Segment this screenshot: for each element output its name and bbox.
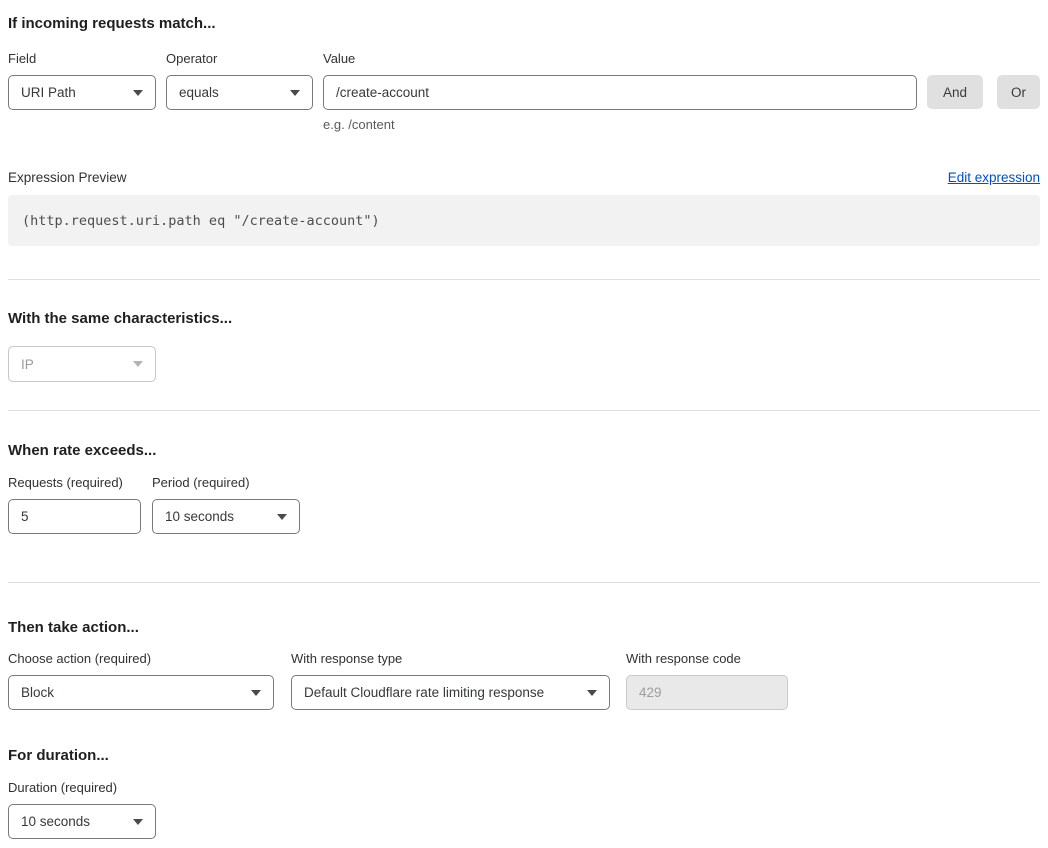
expression-preview-header: Expression Preview Edit expression	[8, 170, 1040, 185]
section-title-characteristics: With the same characteristics...	[8, 310, 1040, 327]
field-group-choose-action: Choose action (required) Block	[8, 651, 274, 710]
requests-label: Requests (required)	[8, 475, 141, 490]
operator-label: Operator	[166, 51, 313, 66]
edit-expression-link[interactable]: Edit expression	[948, 170, 1040, 185]
or-button[interactable]: Or	[997, 75, 1040, 109]
rate-limiting-rule-form: If incoming requests match... Field URI …	[0, 0, 1048, 848]
value-label: Value	[323, 51, 917, 66]
chevron-down-icon	[133, 361, 143, 367]
section-divider	[8, 410, 1040, 411]
section-divider	[8, 279, 1040, 280]
field-group-response-code: With response code	[626, 651, 788, 710]
response-type-label: With response type	[291, 651, 610, 666]
response-type-select[interactable]: Default Cloudflare rate limiting respons…	[291, 675, 610, 710]
duration-controls-row: Duration (required) 10 seconds	[8, 780, 1040, 839]
and-button[interactable]: And	[927, 75, 983, 109]
chevron-down-icon	[277, 514, 287, 520]
choose-action-select-value: Block	[21, 685, 54, 700]
chevron-down-icon	[251, 690, 261, 696]
field-group-response-type: With response type Default Cloudflare ra…	[291, 651, 610, 710]
field-group-value: Value e.g. /content	[323, 51, 917, 132]
duration-label: Duration (required)	[8, 780, 156, 795]
value-hint: e.g. /content	[323, 117, 917, 132]
section-title-rate: When rate exceeds...	[8, 442, 1040, 459]
field-group-period: Period (required) 10 seconds	[152, 475, 300, 534]
field-group-duration: Duration (required) 10 seconds	[8, 780, 156, 839]
choose-action-label: Choose action (required)	[8, 651, 274, 666]
match-controls-row: Field URI Path Operator equals Value e.g…	[8, 51, 1040, 132]
field-select-value: URI Path	[21, 85, 76, 100]
chevron-down-icon	[290, 90, 300, 96]
operator-select[interactable]: equals	[166, 75, 313, 110]
chevron-down-icon	[133, 90, 143, 96]
section-title-incoming-requests: If incoming requests match...	[8, 15, 1040, 32]
field-select[interactable]: URI Path	[8, 75, 156, 110]
duration-select-value: 10 seconds	[21, 814, 90, 829]
chevron-down-icon	[133, 819, 143, 825]
expression-preview-box: (http.request.uri.path eq "/create-accou…	[8, 195, 1040, 246]
section-title-action: Then take action...	[8, 619, 1040, 636]
operator-select-value: equals	[179, 85, 219, 100]
section-title-duration: For duration...	[8, 747, 1040, 764]
rate-controls-row: Requests (required) Period (required) 10…	[8, 475, 1040, 534]
field-group-field: Field URI Path	[8, 51, 156, 110]
characteristic-select[interactable]: IP	[8, 346, 156, 382]
expression-code: (http.request.uri.path eq "/create-accou…	[22, 213, 380, 229]
chevron-down-icon	[587, 690, 597, 696]
field-group-operator: Operator equals	[166, 51, 313, 110]
response-code-input	[626, 675, 788, 710]
period-select-value: 10 seconds	[165, 509, 234, 524]
field-label: Field	[8, 51, 156, 66]
duration-select[interactable]: 10 seconds	[8, 804, 156, 839]
response-code-label: With response code	[626, 651, 788, 666]
expression-preview-label: Expression Preview	[8, 170, 127, 185]
response-type-select-value: Default Cloudflare rate limiting respons…	[304, 685, 544, 700]
period-select[interactable]: 10 seconds	[152, 499, 300, 534]
characteristic-select-value: IP	[21, 357, 34, 372]
action-controls-row: Choose action (required) Block With resp…	[8, 651, 1040, 710]
requests-input[interactable]	[8, 499, 141, 534]
choose-action-select[interactable]: Block	[8, 675, 274, 710]
period-label: Period (required)	[152, 475, 300, 490]
field-group-requests: Requests (required)	[8, 475, 141, 534]
section-divider	[8, 582, 1040, 583]
value-input[interactable]	[323, 75, 917, 110]
